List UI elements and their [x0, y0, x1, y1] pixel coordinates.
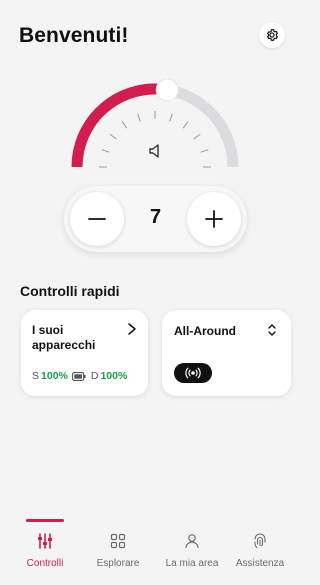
nav-item-controlli[interactable]: Controlli [8, 533, 82, 569]
dial-tick [182, 121, 189, 129]
dial-tick [169, 113, 173, 122]
fingerprint-icon [254, 533, 266, 549]
plus-icon [205, 210, 223, 228]
surround-sound-icon [185, 367, 201, 379]
user-icon [185, 534, 199, 549]
dial-tick [137, 113, 141, 122]
settings-button[interactable] [259, 22, 285, 48]
dial-tick [193, 133, 201, 140]
volume-up-button[interactable] [187, 192, 241, 246]
left-battery-percent: 100% [41, 370, 68, 382]
page-title: Benvenuti! [19, 24, 129, 47]
nav-label: Assistenza [235, 558, 285, 569]
program-label: All-Around [174, 324, 236, 338]
dial-knob [155, 78, 179, 102]
grid-icon [110, 533, 126, 549]
nav-label: La mia area [165, 558, 219, 569]
program-selector[interactable] [174, 363, 212, 383]
volume-stepper: 7 [64, 186, 247, 252]
speaker-icon [149, 144, 159, 158]
nav-item-la-mia-area[interactable]: La mia area [155, 533, 229, 569]
dial-tick [109, 133, 117, 140]
right-side-label: D [90, 370, 99, 382]
dial-level-arc [71, 83, 169, 168]
right-battery-percent: 100% [100, 370, 128, 382]
active-tab-indicator [26, 519, 64, 522]
battery-status: S 100% D 100% [32, 370, 127, 382]
left-side-label: S [32, 370, 40, 382]
nav-label: Controlli [26, 558, 64, 569]
devices-card[interactable]: I suoi apparecchi S 100% D 100% [21, 310, 148, 396]
dial-tick [101, 149, 110, 153]
sliders-icon [38, 533, 52, 549]
nav-label: Esplorare [96, 558, 140, 569]
nav-item-assistenza[interactable]: Assistenza [223, 533, 297, 569]
devices-card-label: I suoi apparecchi [32, 323, 96, 352]
volume-dial[interactable] [0, 70, 297, 195]
battery-icon [71, 371, 86, 381]
gear-icon [266, 29, 278, 41]
nav-item-esplorare[interactable]: Esplorare [81, 533, 155, 569]
dial-tick [121, 121, 128, 129]
dial-ticks [99, 111, 211, 168]
dial-tick [200, 149, 209, 153]
program-card[interactable]: All-Around [162, 310, 291, 396]
bottom-navigation: Controlli Esplorare La mia area Assisten… [0, 519, 297, 585]
chevron-up-down-icon [268, 324, 276, 336]
chevron-right-icon [128, 323, 136, 335]
quick-controls-title: Controlli rapidi [20, 283, 120, 299]
